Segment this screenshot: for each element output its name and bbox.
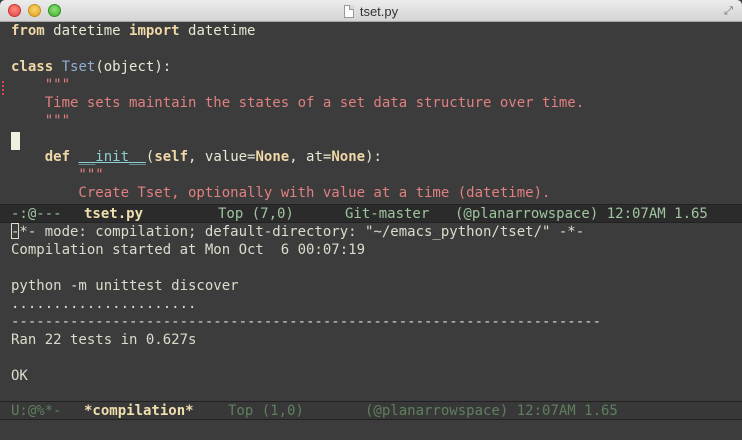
code-text: datetime (179, 23, 256, 39)
editor-pane[interactable]: from datetime import datetime class Tset… (0, 22, 742, 204)
code-text: , value= (188, 149, 256, 165)
code-line-9: """ (11, 167, 104, 183)
modeline-position: Top (1,0) (228, 403, 304, 419)
compilation-line-5: ...................... (11, 296, 197, 312)
modeline-position: Top (7,0) (218, 206, 294, 222)
code-text: , at= (289, 149, 332, 165)
compilation-line-9: OK (11, 368, 28, 384)
code-line-4: """ (11, 77, 71, 93)
keyword: from (11, 23, 45, 39)
code-line-10: Create Tset, optionally with value at a … (11, 185, 551, 201)
modeline-mode: (@planarrowspace) 12:07AM 1.65 (365, 403, 618, 419)
code-line-6: """ (11, 113, 71, 129)
compilation-pane[interactable]: -*- mode: compilation; default-directory… (0, 223, 742, 401)
fullscreen-icon[interactable]: ⤢ (722, 4, 735, 17)
code-line-3: class Tset(object): (11, 58, 171, 76)
compilation-line-7: Ran 22 tests in 0.627s (11, 332, 197, 348)
error-fringe-icon (2, 81, 6, 95)
class-name: Tset (61, 59, 96, 75)
window-title-area: tset.py (0, 0, 742, 22)
function-name: __init__ (78, 149, 146, 165)
code-text: (object): (95, 59, 172, 75)
code-line-5: Time sets maintain the states of a set d… (11, 95, 585, 111)
modeline-status: U:@%*- (11, 403, 62, 419)
inactive-mode-line[interactable]: U:@%*- *compilation* Top (1,0) (@planarr… (0, 401, 742, 420)
title-bar[interactable]: tset.py ⤢ (0, 0, 742, 22)
keyword: class (11, 59, 54, 75)
code-line-8: def __init__(self, value=None, at=None): (11, 148, 382, 166)
keyword: None (255, 149, 290, 165)
keyword: import (129, 23, 180, 39)
active-mode-line[interactable]: -:@--- tset.py Top (7,0) Git-master (@pl… (0, 204, 742, 223)
window-title: tset.py (359, 3, 399, 19)
code-text: datetime (44, 23, 130, 39)
minibuffer[interactable] (0, 420, 742, 440)
modeline-buffer-name[interactable]: *compilation* (84, 402, 194, 421)
modeline-buffer-name[interactable]: tset.py (84, 205, 143, 224)
compilation-line-1: -*- mode: compilation; default-directory… (11, 224, 585, 240)
compilation-line-4: python -m unittest discover (11, 278, 239, 294)
emacs-window: tset.py ⤢ from datetime import datetime … (0, 0, 742, 440)
document-icon (343, 4, 354, 18)
modeline-mode: (@planarrowspace) 12:07AM 1.65 (455, 206, 708, 222)
keyword: None (331, 149, 366, 165)
compilation-line-2: Compilation started at Mon Oct 6 00:07:1… (11, 242, 366, 258)
modeline-vc[interactable]: Git-master (345, 205, 429, 224)
keyword: self (154, 149, 189, 165)
modeline-status: -:@--- (11, 206, 62, 222)
code-text: ): (365, 149, 382, 165)
keyword: def (44, 149, 71, 165)
code-line-1: from datetime import datetime (11, 22, 255, 40)
compilation-line-6: ----------------------------------------… (11, 314, 602, 330)
